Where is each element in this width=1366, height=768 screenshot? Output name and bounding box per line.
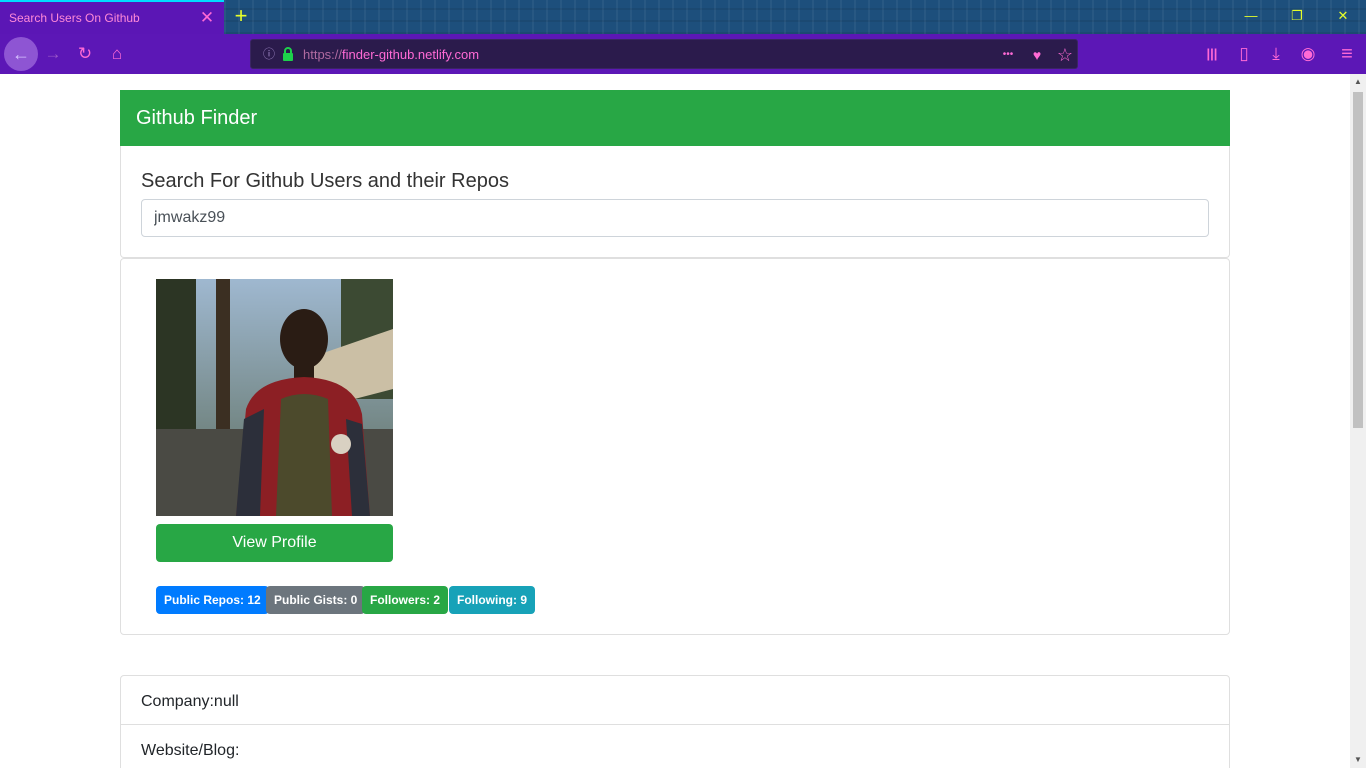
scroll-thumb[interactable] — [1353, 92, 1363, 428]
close-tab-icon[interactable]: ✕ — [198, 7, 216, 29]
download-icon[interactable]: ⤓ — [1262, 40, 1290, 68]
user-avatar — [156, 279, 393, 516]
website-text: Website/Blog: — [141, 742, 240, 759]
active-tab[interactable]: Search Users On Github ✕ — [0, 0, 224, 34]
tab-bar: Search Users On Github ✕ + — ❐ ✕ — [0, 0, 1366, 34]
app-header: Github Finder — [120, 90, 1230, 146]
page-content: Github Finder Search For Github Users an… — [0, 74, 1350, 768]
page-scrollbar[interactable]: ▲ ▼ — [1350, 74, 1366, 768]
restore-icon[interactable]: ❐ — [1287, 6, 1307, 26]
view-profile-button[interactable]: View Profile — [156, 524, 393, 562]
back-icon[interactable]: ← — [4, 37, 38, 71]
menu-icon[interactable]: ≡ — [1333, 40, 1361, 68]
list-item-website: Website/Blog: — [121, 725, 1229, 768]
site-info-icon[interactable]: ⓘ — [261, 46, 277, 62]
public-gists-badge: Public Gists: 0 — [266, 586, 366, 614]
url-text[interactable]: https://finder-github.netlify.com — [303, 47, 479, 62]
search-card: Search For Github Users and their Repos — [120, 146, 1230, 258]
new-tab-icon[interactable]: + — [231, 4, 251, 28]
bookmark-star-icon[interactable]: ☆ — [1055, 45, 1075, 65]
user-info-list: Company:null Website/Blog: — [120, 675, 1230, 768]
tab-title: Search Users On Github — [9, 11, 140, 25]
profile-card: View Profile Public Repos: 12 Public Gis… — [120, 258, 1230, 635]
url-protocol: https:// — [303, 47, 343, 62]
reload-icon[interactable]: ↻ — [71, 40, 99, 68]
forward-icon[interactable]: → — [39, 40, 67, 68]
library-icon[interactable]: ||| — [1198, 40, 1226, 68]
company-text: Company:null — [141, 693, 239, 710]
search-heading: Search For Github Users and their Repos — [141, 170, 509, 192]
home-icon[interactable]: ⌂ — [103, 40, 131, 68]
followers-badge: Followers: 2 — [362, 586, 449, 614]
sidebar-icon[interactable]: ▯ — [1230, 40, 1258, 68]
app-title: Github Finder — [136, 107, 258, 129]
page-actions-icon[interactable]: ••• — [998, 45, 1018, 65]
scroll-up-arrow-icon[interactable]: ▲ — [1350, 74, 1366, 90]
window-close-icon[interactable]: ✕ — [1333, 6, 1353, 26]
public-repos-badge: Public Repos: 12 — [156, 586, 269, 614]
search-input[interactable] — [141, 199, 1209, 237]
list-item-company: Company:null — [121, 676, 1229, 725]
minimize-icon[interactable]: — — [1241, 6, 1261, 26]
account-icon[interactable]: ◉ — [1294, 40, 1322, 68]
pocket-icon[interactable]: ♥ — [1027, 45, 1047, 65]
nav-toolbar: ← → ↻ ⌂ ⓘ https://finder-github.netlify.… — [0, 34, 1366, 74]
following-badge: Following: 9 — [449, 586, 535, 614]
lock-icon — [281, 46, 295, 62]
url-host: finder-github.netlify.com — [342, 47, 480, 62]
url-bar[interactable]: ⓘ https://finder-github.netlify.com ••• … — [250, 39, 1078, 69]
scroll-down-arrow-icon[interactable]: ▼ — [1350, 752, 1366, 768]
